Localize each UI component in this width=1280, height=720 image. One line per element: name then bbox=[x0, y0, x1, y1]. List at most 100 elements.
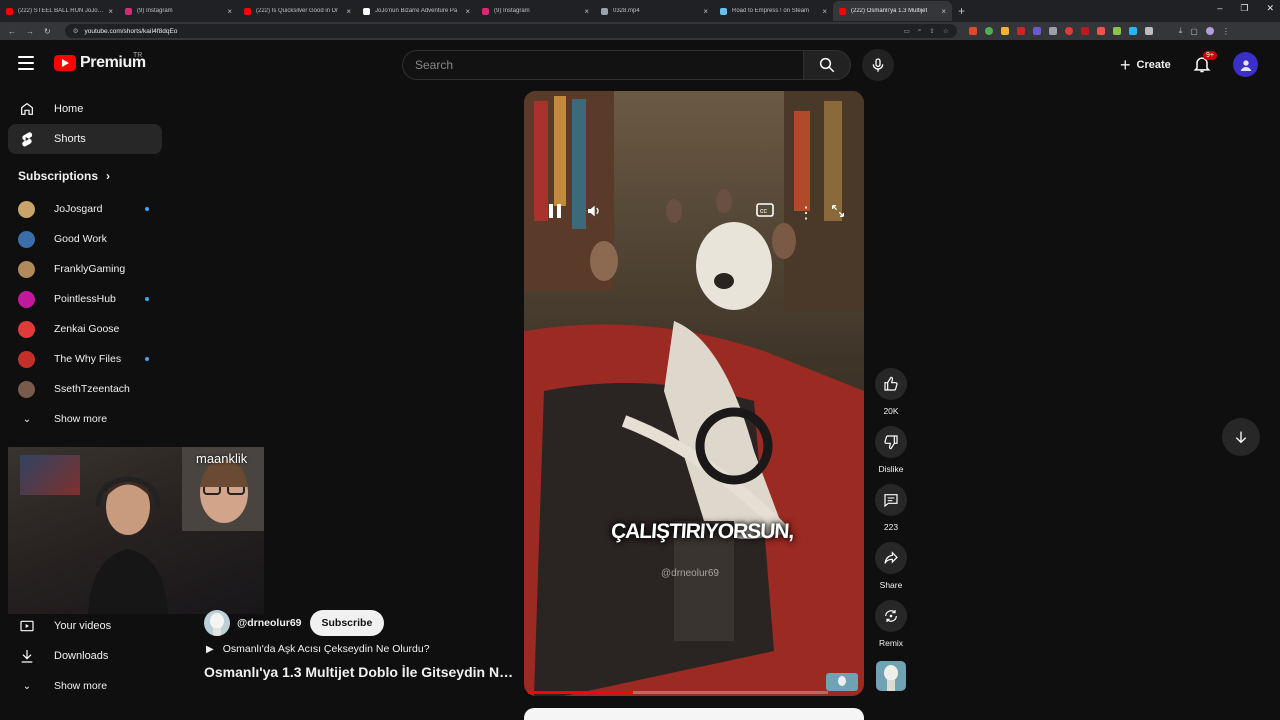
tab-search-icon[interactable]: ▢ bbox=[1190, 27, 1198, 36]
extension-icon[interactable] bbox=[968, 27, 977, 35]
browser-menu-icon[interactable]: ⋮ bbox=[1222, 27, 1230, 36]
download-icon bbox=[18, 648, 36, 664]
sidebar-item-downloads[interactable]: Downloads bbox=[8, 641, 162, 671]
plus-icon: + bbox=[1120, 55, 1131, 75]
tab-close-icon[interactable]: × bbox=[703, 7, 708, 16]
playlist-title: Osmanlı'da Aşk Acısı Çekseydin Ne Olurdu… bbox=[222, 643, 430, 655]
volume-button[interactable] bbox=[586, 203, 602, 219]
tab-close-icon[interactable]: × bbox=[822, 7, 827, 16]
subscription-item[interactable]: JoJosgard bbox=[8, 194, 162, 224]
more-options-button[interactable]: ⋮ bbox=[798, 203, 814, 223]
search-input[interactable] bbox=[403, 51, 803, 79]
tab-close-icon[interactable]: × bbox=[346, 7, 351, 16]
extension-icon[interactable] bbox=[1000, 27, 1009, 35]
extension-icon[interactable] bbox=[1112, 27, 1121, 35]
expand-icon bbox=[832, 205, 844, 217]
browser-tab[interactable]: 0328.mp4 × bbox=[595, 1, 714, 21]
comments-action: 223 bbox=[874, 484, 908, 532]
notifications-button[interactable]: 9+ bbox=[1192, 51, 1217, 76]
sidebar-item-shorts[interactable]: Shorts bbox=[8, 124, 162, 154]
next-short-preview[interactable] bbox=[524, 708, 864, 720]
shorts-video-player[interactable]: cc ⋮ bbox=[524, 91, 864, 696]
sidebar-item-label: Downloads bbox=[54, 650, 109, 662]
extension-icon[interactable] bbox=[1048, 27, 1057, 35]
address-bar[interactable]: ⚙ youtube.com/shorts/kaiI4f8dqEo ▭ ⌕ ⇪ ☆ bbox=[64, 24, 957, 38]
extension-icon[interactable] bbox=[1016, 27, 1025, 35]
install-icon[interactable]: ▭ bbox=[904, 27, 910, 35]
new-content-dot bbox=[145, 297, 149, 301]
subscription-item[interactable]: PointlessHub bbox=[8, 284, 162, 314]
back-icon[interactable]: ← bbox=[8, 27, 16, 36]
youtube-premium-logo[interactable]: Premium TR bbox=[54, 52, 146, 72]
extensions-puzzle-icon[interactable] bbox=[1144, 27, 1153, 35]
browser-tab[interactable]: (222) Is Quicksilver Good in Dr × bbox=[238, 1, 357, 21]
site-info-icon[interactable]: ⚙ bbox=[73, 27, 79, 35]
create-button[interactable]: + Create bbox=[1110, 52, 1181, 78]
account-avatar[interactable] bbox=[1233, 52, 1258, 77]
bookmark-star-icon[interactable]: ☆ bbox=[943, 27, 949, 35]
progress-fill bbox=[528, 691, 633, 694]
tab-close-icon[interactable]: × bbox=[465, 7, 470, 16]
browser-tab[interactable]: (222) STEEL BALL RUN JoJo's Bi × bbox=[0, 1, 119, 21]
channel-avatar[interactable] bbox=[204, 610, 230, 636]
browser-tab[interactable]: JoJo'nun Bizarre Adventure Pa × bbox=[357, 1, 476, 21]
sound-thumbnail[interactable] bbox=[876, 661, 906, 691]
tab-close-icon[interactable]: × bbox=[108, 7, 113, 16]
subscription-item[interactable]: The Why Files bbox=[8, 344, 162, 374]
comments-button[interactable] bbox=[875, 484, 907, 516]
video-progress-bar[interactable] bbox=[528, 691, 828, 694]
like-button[interactable] bbox=[875, 368, 907, 400]
show-more-button[interactable]: ⌄ Show more bbox=[8, 671, 162, 701]
tab-close-icon[interactable]: × bbox=[941, 7, 946, 16]
tab-favicon-icon bbox=[482, 7, 489, 15]
subscriptions-header[interactable]: Subscriptions › bbox=[8, 158, 162, 194]
downloads-icon[interactable]: ⤓ bbox=[1179, 26, 1183, 36]
extension-icon[interactable] bbox=[984, 27, 993, 35]
extension-icon[interactable] bbox=[1064, 27, 1073, 35]
restore-icon[interactable]: ❐ bbox=[1240, 3, 1248, 14]
share-page-icon[interactable]: ⇪ bbox=[929, 27, 934, 35]
close-window-icon[interactable]: ✕ bbox=[1266, 3, 1274, 14]
tab-favicon-icon bbox=[601, 7, 608, 15]
subscribe-button[interactable]: Subscribe bbox=[309, 610, 385, 636]
extension-icon[interactable] bbox=[1080, 27, 1089, 35]
sidebar-item-home[interactable]: Home bbox=[8, 94, 162, 124]
extension-icon[interactable] bbox=[1096, 27, 1105, 35]
remix-source-thumbnail[interactable] bbox=[826, 673, 858, 691]
fullscreen-button[interactable] bbox=[830, 203, 846, 219]
remix-button[interactable] bbox=[875, 600, 907, 632]
hamburger-menu-icon[interactable] bbox=[18, 56, 34, 70]
subscription-item[interactable]: Good Work bbox=[8, 224, 162, 254]
forward-icon[interactable]: → bbox=[26, 27, 34, 36]
show-more-button[interactable]: ⌄ Show more bbox=[8, 404, 162, 434]
zoom-icon[interactable]: ⌕ bbox=[918, 27, 922, 35]
subscription-item[interactable]: SsethTzeentach bbox=[8, 374, 162, 404]
playlist-link[interactable]: ▶ Osmanlı'da Aşk Acısı Çekseydin Ne Olur… bbox=[206, 643, 430, 655]
tab-close-icon[interactable]: × bbox=[584, 7, 589, 16]
channel-name[interactable]: @drneolur69 bbox=[237, 617, 302, 629]
browser-tab[interactable]: (9) Instagram × bbox=[119, 1, 238, 21]
subscription-item[interactable]: Zenkai Goose bbox=[8, 314, 162, 344]
sidebar-item-your-videos[interactable]: Your videos bbox=[8, 611, 162, 641]
share-button[interactable] bbox=[875, 542, 907, 574]
pause-button[interactable] bbox=[548, 203, 562, 219]
browser-tab[interactable]: (222) Osmanlı'ya 1.3 Multijet × bbox=[833, 1, 952, 21]
captions-button[interactable]: cc bbox=[756, 203, 774, 217]
search-icon bbox=[819, 57, 835, 73]
search-button[interactable] bbox=[803, 50, 851, 80]
voice-search-button[interactable] bbox=[862, 49, 894, 81]
extension-icon[interactable] bbox=[1032, 27, 1041, 35]
next-short-button[interactable] bbox=[1222, 418, 1260, 456]
new-tab-button[interactable]: + bbox=[958, 4, 965, 18]
browser-tab[interactable]: Road to Empress ! on Steam × bbox=[714, 1, 833, 21]
create-label: Create bbox=[1136, 59, 1171, 71]
minimize-icon[interactable]: – bbox=[1217, 3, 1222, 14]
tab-close-icon[interactable]: × bbox=[227, 7, 232, 16]
profile-icon[interactable] bbox=[1205, 27, 1214, 35]
dislike-button[interactable] bbox=[875, 426, 907, 458]
reload-icon[interactable]: ↻ bbox=[44, 27, 51, 36]
subscription-item[interactable]: FranklyGaming bbox=[8, 254, 162, 284]
dislike-action: Dislike bbox=[874, 426, 908, 474]
browser-tab[interactable]: (9) Instagram × bbox=[476, 1, 595, 21]
extension-icon[interactable] bbox=[1128, 27, 1137, 35]
